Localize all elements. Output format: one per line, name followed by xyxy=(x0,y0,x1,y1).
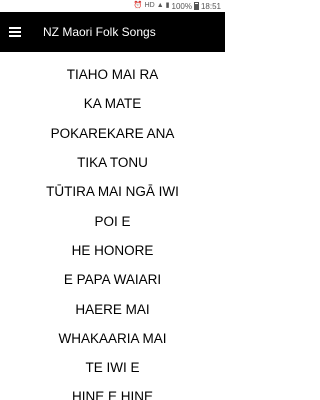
wifi-icon: ▲ xyxy=(156,2,164,9)
song-item[interactable]: HINE E HINE xyxy=(0,382,225,400)
status-bar: ⏰ HD ▲ ▮ 100% 18:51 xyxy=(0,0,225,12)
signal-icon: ▮ xyxy=(165,2,170,9)
song-item[interactable]: POKAREKARE ANA xyxy=(0,119,225,148)
hd-voice-icon: HD xyxy=(144,2,155,9)
song-item[interactable]: KA MATE xyxy=(0,89,225,118)
app-bar: NZ Maori Folk Songs xyxy=(0,12,225,52)
app-screen: ⏰ HD ▲ ▮ 100% 18:51 NZ Maori Folk Songs … xyxy=(0,0,225,400)
battery-icon xyxy=(193,2,199,10)
song-item[interactable]: POI E xyxy=(0,206,225,235)
song-item[interactable]: E PAPA WAIARI xyxy=(0,265,225,294)
clock: 18:51 xyxy=(200,1,221,11)
alarm-icon: ⏰ xyxy=(133,2,143,9)
song-item[interactable]: TE IWI E xyxy=(0,353,225,382)
song-item[interactable]: WHAKAARIA MAI xyxy=(0,324,225,353)
app-title: NZ Maori Folk Songs xyxy=(43,25,156,39)
song-list: TIAHO MAI RA KA MATE POKAREKARE ANA TIKA… xyxy=(0,52,225,400)
song-item[interactable]: TŪTIRA MAI NGĀ IWI xyxy=(0,177,225,206)
battery-percent: 100% xyxy=(171,1,192,11)
hamburger-menu-icon[interactable] xyxy=(9,27,21,37)
song-item[interactable]: TIAHO MAI RA xyxy=(0,60,225,89)
song-item[interactable]: HAERE MAI xyxy=(0,294,225,323)
song-item[interactable]: TIKA TONU xyxy=(0,148,225,177)
song-item[interactable]: HE HONORE xyxy=(0,236,225,265)
